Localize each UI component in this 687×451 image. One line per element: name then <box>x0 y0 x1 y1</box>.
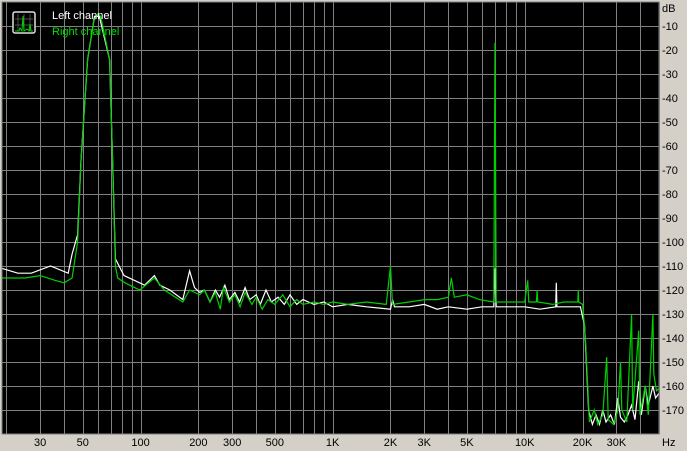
x-tick-label: 100 <box>131 437 149 449</box>
y-axis-ticks: -10 -20 -30 -40 -50 -60 -70 -80 -90 -100 -110 -120 -… <box>662 21 684 417</box>
y-tick-label: -100 <box>662 237 684 249</box>
x-tick-label: 200 <box>189 437 207 449</box>
x-axis-ticks: 30 50 100 200 300 500 1K 2K 3K 5K 10K 20K 30K <box>34 437 627 449</box>
y-tick-label: -60 <box>662 141 678 153</box>
y-tick-label: -10 <box>662 21 678 33</box>
spectrum-icon <box>12 11 36 34</box>
y-tick-label: -30 <box>662 69 678 81</box>
x-tick-label: 300 <box>223 437 241 449</box>
legend-left-channel: Left channel <box>52 10 112 22</box>
y-tick-label: -80 <box>662 189 678 201</box>
y-tick-label: -160 <box>662 381 684 393</box>
y-tick-label: -20 <box>662 45 678 57</box>
x-axis-label: Hz <box>662 437 675 449</box>
legend-right-channel: Right channel <box>52 26 119 38</box>
x-tick-label: 30K <box>607 437 627 449</box>
x-tick-label: 2K <box>384 437 398 449</box>
y-tick-label: -40 <box>662 93 678 105</box>
x-tick-label: 1K <box>326 437 340 449</box>
y-tick-label: -170 <box>662 405 684 417</box>
x-tick-label: 500 <box>266 437 284 449</box>
x-tick-label: 20K <box>573 437 593 449</box>
y-axis-label: dB <box>662 3 675 15</box>
y-tick-label: -130 <box>662 309 684 321</box>
y-tick-label: -140 <box>662 333 684 345</box>
x-tick-label: 5K <box>460 437 474 449</box>
x-tick-label: 50 <box>77 437 89 449</box>
y-tick-label: -110 <box>662 261 683 273</box>
y-tick-label: -90 <box>662 213 678 225</box>
y-tick-label: -50 <box>662 117 678 129</box>
spectrum-chart: 30 50 100 200 300 500 1K 2K 3K 5K 10K 20K 30K -10 -20… <box>1 1 684 449</box>
x-tick-label: 10K <box>515 437 535 449</box>
y-tick-label: -120 <box>662 285 684 297</box>
y-tick-label: -70 <box>662 165 678 177</box>
x-tick-label: 30 <box>34 437 46 449</box>
y-tick-label: -150 <box>662 357 684 369</box>
x-tick-label: 3K <box>418 437 432 449</box>
